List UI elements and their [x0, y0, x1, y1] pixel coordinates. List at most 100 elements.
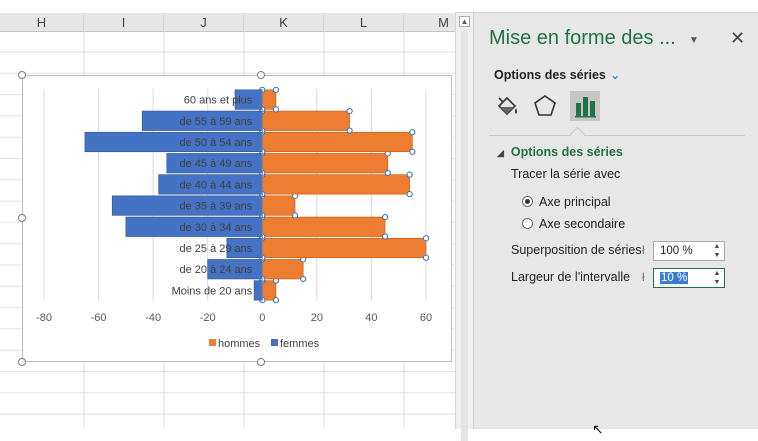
plot-series-on-label: Tracer la série avec: [511, 167, 621, 181]
x-tick-label: 60: [420, 312, 432, 324]
series-overlap-label: Superposition de séries: [511, 243, 642, 257]
section-series-options-label: Options des séries: [510, 145, 623, 159]
category-label: de 45 à 49 ans: [179, 158, 252, 170]
x-tick-label: -20: [200, 312, 216, 324]
column-header-i[interactable]: I: [84, 13, 164, 32]
pentagon-icon: [534, 95, 556, 116]
section-series-options[interactable]: ◢ Options des séries: [497, 145, 623, 159]
format-data-series-pane: Mise en forme des ... ▼ ✕ Options des sé…: [473, 13, 758, 429]
category-label: 60 ans et plus: [184, 95, 253, 107]
column-header-l[interactable]: L: [324, 13, 404, 32]
selection-handle: [384, 169, 391, 177]
column-headers: H I J K L M: [0, 13, 455, 32]
gap-width-input[interactable]: 10 % ▲ ▼: [653, 268, 725, 288]
primary-axis-label[interactable]: Axe principal: [539, 195, 611, 209]
selection-handle: [381, 233, 389, 240]
legend-swatch: [271, 339, 278, 346]
active-tab-caret: [569, 126, 586, 143]
chart-resize-handle[interactable]: [257, 358, 265, 366]
tab-effects[interactable]: [530, 91, 560, 121]
chart-resize-handle[interactable]: [18, 71, 26, 79]
selection-handle: [300, 275, 307, 283]
column-header-h[interactable]: H: [0, 13, 84, 32]
legend-label: femmes: [280, 338, 320, 350]
tab-fill-line[interactable]: [492, 91, 522, 121]
pane-options-chevron-icon[interactable]: ▼: [689, 35, 699, 46]
category-label: de 30 à 34 ans: [179, 222, 252, 234]
bar-femmes: [253, 280, 263, 301]
bar-hommes: [261, 280, 277, 301]
bar-hommes: [261, 110, 350, 131]
bar-hommes: [261, 89, 277, 110]
selection-handle: [346, 107, 353, 115]
category-label: de 40 à 44 ans: [179, 179, 252, 191]
x-tick-label: -40: [145, 312, 161, 324]
selection-handle: [272, 86, 280, 93]
selection-handle: [381, 213, 389, 221]
scroll-track[interactable]: [461, 31, 468, 441]
gap-width-value: 10 %: [660, 272, 689, 284]
chart-resize-handle[interactable]: [18, 214, 26, 222]
category-label: de 50 à 54 ans: [179, 137, 252, 149]
selection-handle: [409, 129, 416, 136]
x-tick-label: 0: [259, 312, 265, 324]
selection-handle: [346, 127, 353, 134]
secondary-axis-radio[interactable]: [522, 218, 533, 229]
selection-handle: [422, 254, 430, 261]
slider-grip-icon[interactable]: ł: [642, 243, 645, 257]
bar-hommes: [261, 216, 386, 237]
pane-title: Mise en forme des ...: [489, 27, 676, 49]
chart-resize-handle[interactable]: [18, 358, 26, 366]
x-tick-label: -60: [91, 312, 107, 324]
column-header-k[interactable]: K: [244, 13, 324, 32]
bar-hommes: [261, 174, 410, 195]
category-label: de 20 à 24 ans: [179, 264, 252, 276]
series-overlap-value: 100 %: [660, 245, 693, 257]
scroll-up-icon[interactable]: ▲: [459, 16, 470, 27]
selection-handle: [406, 171, 413, 178]
legend-swatch: [209, 339, 216, 346]
bar-hommes: [261, 131, 413, 153]
spinner-icon[interactable]: ▲ ▼: [712, 269, 722, 287]
column-header-j[interactable]: J: [164, 13, 244, 32]
chevron-down-icon: ⌄: [609, 68, 621, 82]
bar-hommes: [261, 195, 296, 216]
tab-series-options[interactable]: [570, 91, 600, 121]
bar-hommes: [261, 153, 389, 174]
selection-handle: [272, 106, 280, 113]
legend-label: hommes: [218, 338, 261, 350]
column-header-m[interactable]: M: [404, 13, 455, 32]
selection-handle: [409, 148, 416, 155]
paint-bucket-icon: [497, 96, 517, 116]
x-tick-label: 40: [365, 312, 377, 324]
category-label: Moins de 20 ans: [172, 285, 253, 297]
selection-handle: [291, 212, 299, 219]
series-overlap-input[interactable]: 100 % ▲ ▼: [653, 241, 725, 261]
mouse-cursor-icon: ↖: [592, 421, 604, 437]
series-options-dropdown[interactable]: Options des séries ⌄: [494, 67, 620, 82]
spinner-icon[interactable]: ▲ ▼: [712, 242, 722, 260]
worksheet[interactable]: H I J K L M -80 -60 -40 -20 0 20 40 60 Moins de …: [0, 0, 455, 429]
category-label: de 55 à 59 ans: [179, 116, 252, 128]
close-icon[interactable]: ✕: [730, 28, 745, 49]
selection-handle: [422, 235, 430, 242]
category-label: de 25 à 29 ans: [179, 243, 252, 255]
series-options-dropdown-label: Options des séries: [494, 68, 606, 82]
collapse-triangle-icon: ◢: [497, 148, 504, 158]
population-pyramid-chart[interactable]: -80 -60 -40 -20 0 20 40 60 Moins de 20 ans de 20 …: [22, 75, 452, 362]
bar-hommes: [261, 237, 427, 259]
selection-handle: [272, 297, 280, 304]
secondary-axis-label[interactable]: Axe secondaire: [539, 217, 625, 231]
slider-grip-icon[interactable]: ł: [642, 270, 645, 284]
vertical-scrollbar[interactable]: ▲: [455, 13, 473, 441]
chart-resize-handle[interactable]: [257, 71, 265, 79]
tab-divider: [489, 135, 745, 136]
x-tick-label: -80: [36, 312, 52, 324]
gap-width-label: Largeur de l'intervalle: [511, 270, 631, 284]
primary-axis-radio[interactable]: [522, 196, 533, 207]
bar-chart-icon: [575, 97, 596, 118]
category-label: de 35 à 39 ans: [179, 201, 252, 213]
selection-handle: [406, 191, 413, 198]
x-tick-label: 20: [311, 312, 323, 324]
chart-plot: -80 -60 -40 -20 0 20 40 60 Moins de 20 ans de 20 …: [36, 86, 432, 350]
